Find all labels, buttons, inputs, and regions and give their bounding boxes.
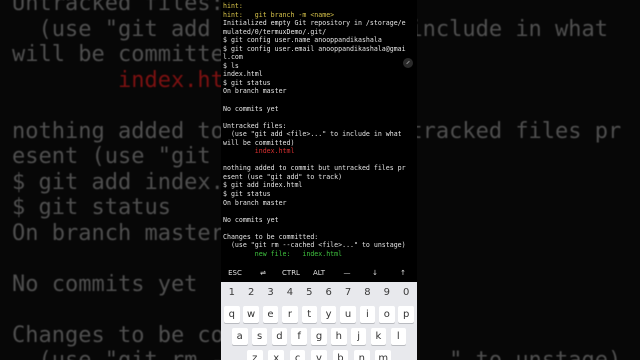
key-n[interactable]: n xyxy=(354,350,370,360)
alt-key[interactable]: ALT xyxy=(305,264,333,282)
terminal-line: hint: git branch -m <name> xyxy=(223,10,335,19)
terminal-line: Changes to be committed: xyxy=(223,232,319,241)
key-t[interactable]: t xyxy=(301,306,317,323)
key-u[interactable]: u xyxy=(340,306,356,323)
key-a[interactable]: a xyxy=(232,328,248,345)
key-g[interactable]: g xyxy=(311,328,327,345)
key-z[interactable]: z xyxy=(247,350,263,360)
key-p[interactable]: p xyxy=(398,306,414,323)
key-q[interactable]: q xyxy=(224,306,240,323)
terminal-line: index.html xyxy=(223,147,295,156)
terminal-line: $ git config user.email anooppandikashal… xyxy=(223,44,406,53)
terminal-line: esent (use "git add" to track) xyxy=(223,172,343,181)
terminal-line: (use "git add <file>..." to include in w… xyxy=(223,130,402,139)
terminal-line: will be committed) xyxy=(223,138,295,147)
terminal-line: On branch master xyxy=(223,198,287,207)
background-line: will be committed) xyxy=(12,42,251,67)
terminal-line: Initialized empty Git repository in /sto… xyxy=(223,19,406,28)
terminal-line: l.com xyxy=(223,53,243,62)
key-i[interactable]: i xyxy=(359,306,376,323)
key-1[interactable]: 1 xyxy=(224,284,240,301)
key-3[interactable]: 3 xyxy=(263,284,279,301)
keyboard-row-qwerty: qwertyuiop xyxy=(221,306,417,323)
terminal-output[interactable]: hint: hint: git branch -m <name> Initializ… xyxy=(223,2,415,276)
edit-icon[interactable] xyxy=(403,58,413,68)
key-9[interactable]: 9 xyxy=(379,284,395,301)
soft-keyboard: 1234567890 qwertyuiop asdfghjkl zxcvbnm xyxy=(221,282,417,360)
terminal-line: On branch master xyxy=(223,87,287,96)
key-o[interactable]: o xyxy=(379,306,395,323)
terminal-line: $ git status xyxy=(223,190,271,199)
key-7[interactable]: 7 xyxy=(340,284,356,301)
key-5[interactable]: 5 xyxy=(302,284,318,301)
dash-key[interactable]: — xyxy=(333,264,361,282)
key-b[interactable]: b xyxy=(332,350,349,360)
background-line: On branch master xyxy=(12,220,224,246)
background-line: Untracked files: xyxy=(12,0,224,16)
terminal-line: $ ls xyxy=(223,61,239,70)
key-f[interactable]: f xyxy=(291,328,307,345)
key-2[interactable]: 2 xyxy=(243,284,259,301)
key-k[interactable]: k xyxy=(370,328,387,345)
key-0[interactable]: 0 xyxy=(398,284,414,301)
key-w[interactable]: w xyxy=(243,306,259,323)
terminal-line: Untracked files: xyxy=(223,121,287,130)
arrow-down-key[interactable]: ↓ xyxy=(361,264,389,282)
key-v[interactable]: v xyxy=(311,350,327,360)
ctrl-key[interactable]: CTRL xyxy=(277,264,305,282)
extra-keys-bar: ESC ⇌ CTRL ALT — ↓ ↑ xyxy=(221,264,417,282)
arrow-up-key[interactable]: ↑ xyxy=(389,264,417,282)
terminal-line: (use "git rm --cached <file>..." to unst… xyxy=(223,241,406,250)
esc-key[interactable]: ESC xyxy=(221,264,249,282)
key-8[interactable]: 8 xyxy=(360,284,376,301)
keyboard-row-zxcv: zxcvbnm xyxy=(221,350,417,360)
key-l[interactable]: l xyxy=(390,328,406,345)
key-m[interactable]: m xyxy=(375,350,391,360)
terminal-line: nothing added to commit but untracked fi… xyxy=(223,164,406,173)
termux-phone-screen: hint: hint: git branch -m <name> Initializ… xyxy=(221,0,417,360)
background-line: index.html xyxy=(12,67,251,93)
key-c[interactable]: c xyxy=(289,350,306,360)
tab-key[interactable]: ⇌ xyxy=(249,264,277,282)
terminal-line: hint: xyxy=(223,2,243,10)
key-d[interactable]: d xyxy=(271,328,288,345)
terminal-line: new file: index.html xyxy=(223,249,343,258)
terminal-line: No commits yet xyxy=(223,215,279,224)
key-4[interactable]: 4 xyxy=(282,284,298,301)
key-6[interactable]: 6 xyxy=(321,284,337,301)
key-y[interactable]: y xyxy=(320,306,337,323)
background-line: $ git status xyxy=(12,195,171,220)
terminal-line: $ git add index.html xyxy=(223,181,303,190)
key-r[interactable]: r xyxy=(282,306,298,323)
key-e[interactable]: e xyxy=(262,306,279,323)
key-x[interactable]: x xyxy=(268,350,284,360)
terminal-line: index.html xyxy=(223,70,263,79)
terminal-line: mulated/0/termuxDemo/.git/ xyxy=(223,27,327,36)
terminal-line: No commits yet xyxy=(223,104,279,113)
key-s[interactable]: s xyxy=(251,328,268,345)
keyboard-row-asdf: asdfghjkl xyxy=(221,328,417,345)
terminal-line: $ git config user.name anooppandikashala xyxy=(223,36,382,45)
key-j[interactable]: j xyxy=(350,328,367,345)
terminal-line: $ git status xyxy=(223,78,271,87)
background-line: No commits yet xyxy=(12,271,198,297)
keyboard-number-row: 1234567890 xyxy=(221,284,417,301)
key-h[interactable]: h xyxy=(331,328,347,345)
